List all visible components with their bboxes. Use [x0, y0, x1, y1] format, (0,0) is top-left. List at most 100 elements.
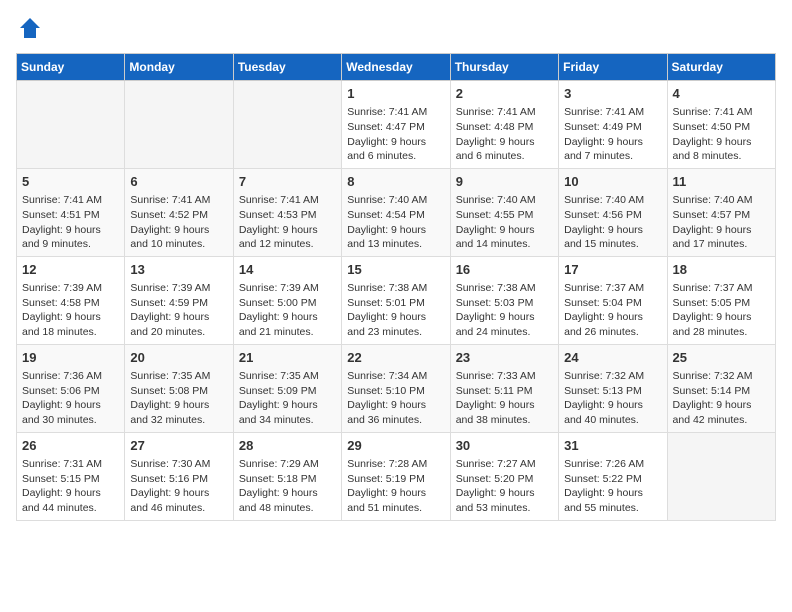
day-of-week-header: Sunday	[17, 54, 125, 81]
calendar-day-cell: 22Sunrise: 7:34 AMSunset: 5:10 PMDayligh…	[342, 344, 450, 432]
day-content-line: Sunset: 4:58 PM	[22, 296, 119, 311]
day-number: 25	[673, 349, 770, 367]
calendar-day-cell: 10Sunrise: 7:40 AMSunset: 4:56 PMDayligh…	[559, 168, 667, 256]
day-content-line: Daylight: 9 hours	[239, 398, 336, 413]
day-number: 2	[456, 85, 553, 103]
day-content-line: Daylight: 9 hours	[347, 398, 444, 413]
calendar-week-row: 1Sunrise: 7:41 AMSunset: 4:47 PMDaylight…	[17, 81, 776, 169]
day-content-line: and 14 minutes.	[456, 237, 553, 252]
day-content-line: Sunset: 5:01 PM	[347, 296, 444, 311]
day-content-line: Sunrise: 7:34 AM	[347, 369, 444, 384]
day-number: 26	[22, 437, 119, 455]
day-number: 13	[130, 261, 227, 279]
day-number: 22	[347, 349, 444, 367]
day-content-line: Sunrise: 7:37 AM	[564, 281, 661, 296]
day-content-line: Sunset: 4:48 PM	[456, 120, 553, 135]
day-content-line: Sunrise: 7:39 AM	[22, 281, 119, 296]
day-of-week-header: Friday	[559, 54, 667, 81]
day-content-line: Sunset: 5:16 PM	[130, 472, 227, 487]
day-content-line: and 13 minutes.	[347, 237, 444, 252]
calendar-day-cell: 27Sunrise: 7:30 AMSunset: 5:16 PMDayligh…	[125, 432, 233, 520]
day-content-line: Sunset: 5:22 PM	[564, 472, 661, 487]
day-content-line: Sunset: 5:18 PM	[239, 472, 336, 487]
day-content-line: Sunrise: 7:40 AM	[347, 193, 444, 208]
day-content-line: and 32 minutes.	[130, 413, 227, 428]
day-content-line: and 51 minutes.	[347, 501, 444, 516]
calendar-day-cell: 16Sunrise: 7:38 AMSunset: 5:03 PMDayligh…	[450, 256, 558, 344]
day-content-line: and 21 minutes.	[239, 325, 336, 340]
day-number: 3	[564, 85, 661, 103]
day-content-line: Sunrise: 7:37 AM	[673, 281, 770, 296]
calendar-day-cell: 28Sunrise: 7:29 AMSunset: 5:18 PMDayligh…	[233, 432, 341, 520]
calendar-day-cell: 21Sunrise: 7:35 AMSunset: 5:09 PMDayligh…	[233, 344, 341, 432]
calendar-day-cell: 25Sunrise: 7:32 AMSunset: 5:14 PMDayligh…	[667, 344, 775, 432]
day-number: 5	[22, 173, 119, 191]
day-content-line: and 6 minutes.	[347, 149, 444, 164]
day-number: 1	[347, 85, 444, 103]
day-content-line: Sunrise: 7:32 AM	[673, 369, 770, 384]
day-content-line: and 44 minutes.	[22, 501, 119, 516]
calendar-day-cell	[17, 81, 125, 169]
day-content-line: Sunrise: 7:26 AM	[564, 457, 661, 472]
day-content-line: Sunset: 5:06 PM	[22, 384, 119, 399]
day-content-line: and 6 minutes.	[456, 149, 553, 164]
calendar-day-cell: 1Sunrise: 7:41 AMSunset: 4:47 PMDaylight…	[342, 81, 450, 169]
calendar-day-cell: 24Sunrise: 7:32 AMSunset: 5:13 PMDayligh…	[559, 344, 667, 432]
day-number: 23	[456, 349, 553, 367]
day-content-line: Sunset: 5:03 PM	[456, 296, 553, 311]
day-content-line: Daylight: 9 hours	[22, 398, 119, 413]
day-content-line: and 20 minutes.	[130, 325, 227, 340]
day-content-line: Daylight: 9 hours	[564, 135, 661, 150]
calendar-day-cell: 13Sunrise: 7:39 AMSunset: 4:59 PMDayligh…	[125, 256, 233, 344]
day-content-line: Daylight: 9 hours	[673, 223, 770, 238]
day-content-line: Sunset: 5:11 PM	[456, 384, 553, 399]
day-content-line: Sunset: 4:52 PM	[130, 208, 227, 223]
day-number: 21	[239, 349, 336, 367]
day-content-line: and 8 minutes.	[673, 149, 770, 164]
calendar-header: SundayMondayTuesdayWednesdayThursdayFrid…	[17, 54, 776, 81]
day-content-line: Daylight: 9 hours	[673, 398, 770, 413]
day-number: 9	[456, 173, 553, 191]
day-content-line: and 23 minutes.	[347, 325, 444, 340]
day-content-line: Sunrise: 7:29 AM	[239, 457, 336, 472]
calendar-day-cell	[667, 432, 775, 520]
day-content-line: Sunset: 4:57 PM	[673, 208, 770, 223]
day-content-line: and 18 minutes.	[22, 325, 119, 340]
day-content-line: and 36 minutes.	[347, 413, 444, 428]
calendar-day-cell: 12Sunrise: 7:39 AMSunset: 4:58 PMDayligh…	[17, 256, 125, 344]
day-number: 19	[22, 349, 119, 367]
day-number: 16	[456, 261, 553, 279]
day-content-line: Sunset: 4:56 PM	[564, 208, 661, 223]
calendar-day-cell: 30Sunrise: 7:27 AMSunset: 5:20 PMDayligh…	[450, 432, 558, 520]
day-content-line: Sunrise: 7:28 AM	[347, 457, 444, 472]
day-content-line: Sunset: 4:55 PM	[456, 208, 553, 223]
calendar-day-cell: 14Sunrise: 7:39 AMSunset: 5:00 PMDayligh…	[233, 256, 341, 344]
day-number: 8	[347, 173, 444, 191]
day-content-line: and 55 minutes.	[564, 501, 661, 516]
day-content-line: Sunset: 4:49 PM	[564, 120, 661, 135]
calendar-day-cell	[233, 81, 341, 169]
day-content-line: Sunset: 5:08 PM	[130, 384, 227, 399]
calendar-week-row: 19Sunrise: 7:36 AMSunset: 5:06 PMDayligh…	[17, 344, 776, 432]
day-header-row: SundayMondayTuesdayWednesdayThursdayFrid…	[17, 54, 776, 81]
logo	[16, 16, 42, 45]
day-content-line: Sunset: 4:59 PM	[130, 296, 227, 311]
day-content-line: Daylight: 9 hours	[130, 486, 227, 501]
day-content-line: Sunrise: 7:41 AM	[22, 193, 119, 208]
calendar-week-row: 26Sunrise: 7:31 AMSunset: 5:15 PMDayligh…	[17, 432, 776, 520]
day-of-week-header: Wednesday	[342, 54, 450, 81]
day-number: 4	[673, 85, 770, 103]
day-content-line: Sunset: 4:53 PM	[239, 208, 336, 223]
day-number: 20	[130, 349, 227, 367]
day-content-line: and 26 minutes.	[564, 325, 661, 340]
day-content-line: Sunrise: 7:38 AM	[456, 281, 553, 296]
day-number: 18	[673, 261, 770, 279]
day-content-line: Sunset: 5:00 PM	[239, 296, 336, 311]
day-content-line: Sunrise: 7:41 AM	[673, 105, 770, 120]
calendar-week-row: 12Sunrise: 7:39 AMSunset: 4:58 PMDayligh…	[17, 256, 776, 344]
day-number: 17	[564, 261, 661, 279]
calendar-day-cell: 11Sunrise: 7:40 AMSunset: 4:57 PMDayligh…	[667, 168, 775, 256]
day-content-line: Daylight: 9 hours	[130, 310, 227, 325]
day-content-line: Daylight: 9 hours	[673, 310, 770, 325]
day-content-line: Daylight: 9 hours	[456, 486, 553, 501]
